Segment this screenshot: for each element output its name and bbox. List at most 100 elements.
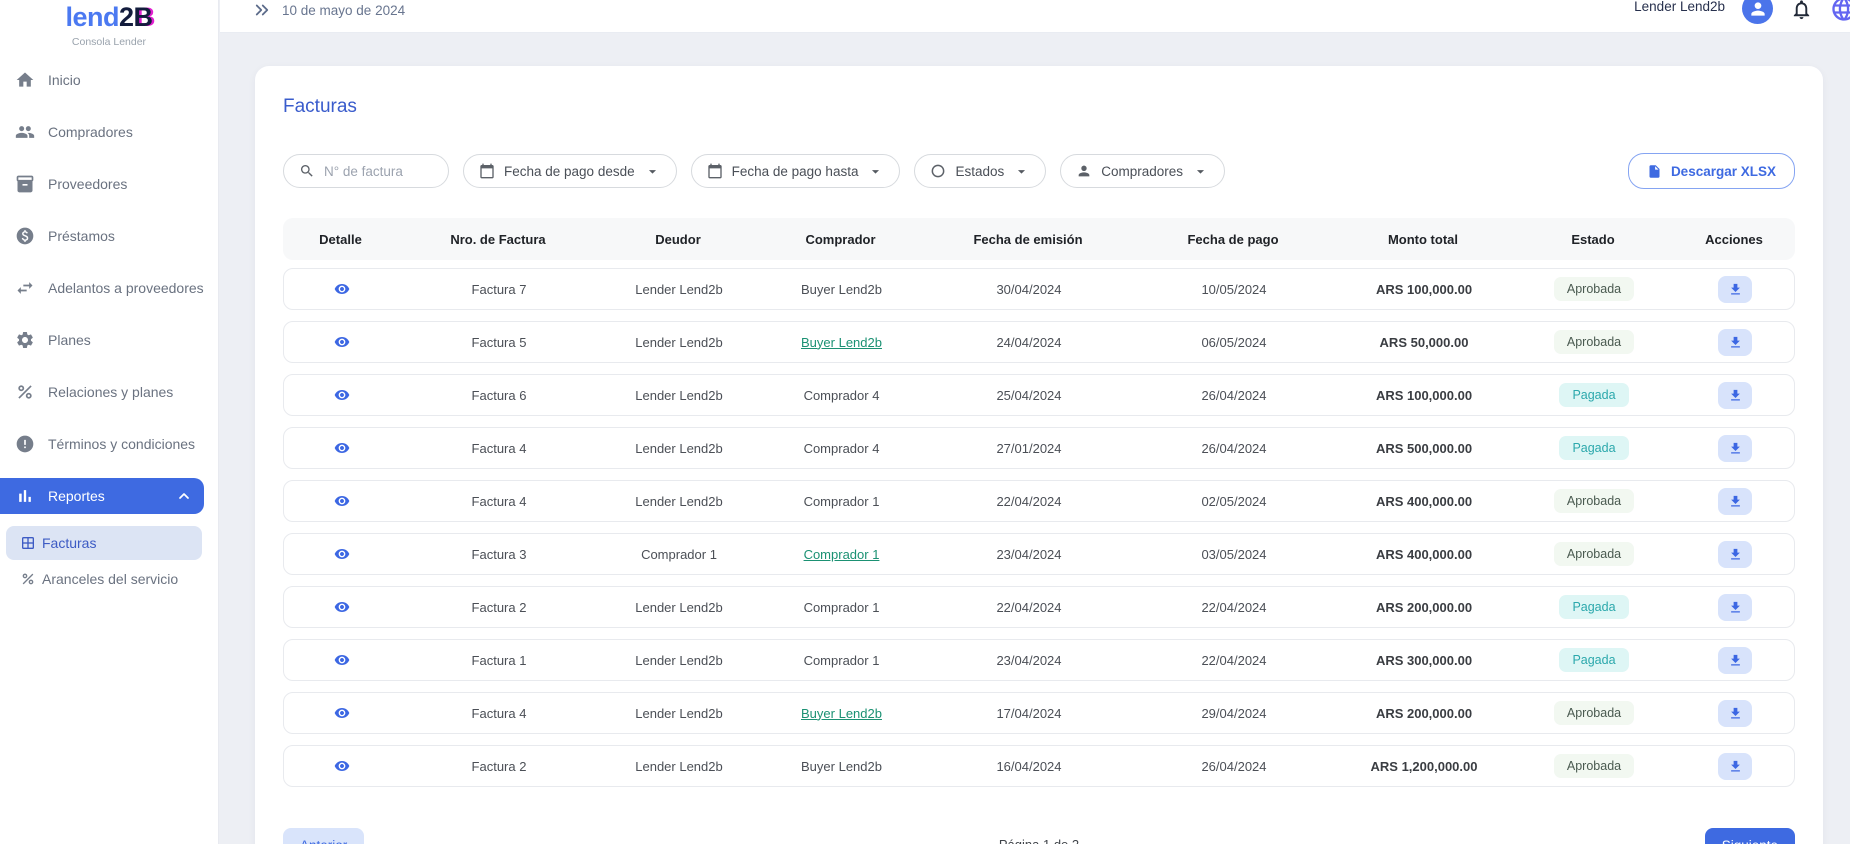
view-detail-button[interactable] [334,493,350,509]
comprador-text: Comprador 4 [804,441,880,456]
brand-logo-text: lend2B [0,2,218,33]
comprador-link[interactable]: Buyer Lend2b [801,706,882,721]
invoice-search[interactable] [283,154,449,188]
filter-compradores[interactable]: Compradores [1060,154,1225,188]
download-invoice-button[interactable] [1718,329,1752,356]
calendar-icon [479,163,495,179]
cell-nro-factura: Factura 4 [399,494,599,509]
col-header-deudor: Deudor [598,232,758,247]
cell-monto-total: ARS 400,000.00 [1334,494,1514,509]
cell-deudor: Lender Lend2b [599,441,759,456]
previous-page-button[interactable]: Anterior [283,828,364,844]
topbar: 10 de mayo de 2024 Lender Lend2b [220,0,1850,33]
view-detail-button[interactable] [334,652,350,668]
download-invoice-button[interactable] [1718,435,1752,462]
cell-deudor: Lender Lend2b [599,653,759,668]
cell-fecha-pago: 22/04/2024 [1134,600,1334,615]
brand-logo[interactable]: lend2B Consola Lender [0,0,218,48]
download-icon [1728,441,1743,456]
sidebar-item-adelantos-a-proveedores[interactable]: Adelantos a proveedores [0,270,218,306]
topbar-right: Lender Lend2b [1634,0,1850,24]
download-invoice-button[interactable] [1718,700,1752,727]
eye-icon [334,387,350,403]
cell-estado: Pagada [1514,648,1674,672]
filter-fecha-de-pago-hasta[interactable]: Fecha de pago hasta [691,154,901,188]
download-invoice-button[interactable] [1718,382,1752,409]
sidebar-item-prestamos[interactable]: Préstamos [0,218,218,254]
download-xlsx-label: Descargar XLSX [1671,164,1776,179]
view-detail-button[interactable] [334,334,350,350]
view-detail-button[interactable] [334,440,350,456]
status-badge: Pagada [1559,436,1628,460]
view-detail-button[interactable] [334,705,350,721]
brand-subtitle: Consola Lender [0,36,218,48]
table-row: Factura 7Lender Lend2bBuyer Lend2b30/04/… [283,268,1795,310]
table-row: Factura 2Lender Lend2bComprador 122/04/2… [283,586,1795,628]
sidebar-item-label: Inicio [48,72,81,88]
status-badge: Aprobada [1554,701,1634,725]
sidebar-item-inicio[interactable]: Inicio [0,62,218,98]
logo-part-lend: lend [65,2,119,32]
percent-icon [20,571,36,587]
user-avatar[interactable] [1742,0,1773,24]
main-card: Facturas Fecha de pago desdeFecha de pag… [255,66,1823,844]
eye-icon [334,334,350,350]
sidebar-item-label: Relaciones y planes [48,384,173,400]
comprador-link[interactable]: Comprador 1 [804,547,880,562]
download-xlsx-button[interactable]: Descargar XLSX [1628,153,1795,189]
sidebar-item-proveedores[interactable]: Proveedores [0,166,218,202]
view-detail-button[interactable] [334,758,350,774]
cell-detalle [284,440,399,456]
eye-icon [334,705,350,721]
cell-monto-total: ARS 500,000.00 [1334,441,1514,456]
status-icon [930,163,946,179]
download-invoice-button[interactable] [1718,647,1752,674]
cell-comprador: Buyer Lend2b [759,335,924,350]
cell-estado: Aprobada [1514,330,1674,354]
view-detail-button[interactable] [334,387,350,403]
download-invoice-button[interactable] [1718,753,1752,780]
sidebar-collapse-icon[interactable] [253,1,271,19]
sidebar-subitem-aranceles-del-servicio[interactable]: Aranceles del servicio [6,562,202,596]
sidebar-item-relaciones-y-planes[interactable]: Relaciones y planes [0,374,218,410]
view-detail-button[interactable] [334,281,350,297]
sidebar-item-planes[interactable]: Planes [0,322,218,358]
cell-estado: Aprobada [1514,542,1674,566]
view-detail-button[interactable] [334,546,350,562]
sidebar-subitem-facturas[interactable]: Facturas [6,526,202,560]
eye-icon [334,281,350,297]
sidebar-item-reportes[interactable]: Reportes [0,478,204,514]
file-icon [1647,164,1662,179]
col-header-nro-de-factura: Nro. de Factura [398,232,598,247]
cell-comprador: Comprador 1 [759,494,924,509]
filter-estados[interactable]: Estados [914,154,1046,188]
comprador-text: Buyer Lend2b [801,759,882,774]
search-input[interactable] [324,164,434,179]
cell-fecha-emision: 22/04/2024 [924,494,1134,509]
comprador-text: Comprador 1 [804,600,880,615]
comprador-text: Comprador 4 [804,388,880,403]
cell-monto-total: ARS 100,000.00 [1334,388,1514,403]
view-detail-button[interactable] [334,599,350,615]
cell-deudor: Lender Lend2b [599,388,759,403]
table-body: Factura 7Lender Lend2bBuyer Lend2b30/04/… [283,268,1795,787]
filter-fecha-de-pago-desde[interactable]: Fecha de pago desde [463,154,677,188]
cell-acciones [1674,647,1796,674]
download-invoice-button[interactable] [1718,488,1752,515]
download-icon [1728,759,1743,774]
download-invoice-button[interactable] [1718,594,1752,621]
comprador-link[interactable]: Buyer Lend2b [801,335,882,350]
cell-fecha-emision: 24/04/2024 [924,335,1134,350]
download-invoice-button[interactable] [1718,541,1752,568]
info-icon [15,434,35,454]
cell-comprador: Buyer Lend2b [759,759,924,774]
notifications-bell-icon[interactable] [1790,0,1813,21]
sidebar-item-terminos-y-condiciones[interactable]: Términos y condiciones [0,426,218,462]
sidebar-nav: Inicio Compradores Proveedores Préstamos Ade… [0,62,218,530]
chart-icon [15,486,35,506]
cell-detalle [284,281,399,297]
language-globe-icon[interactable] [1830,0,1850,23]
sidebar-item-compradores[interactable]: Compradores [0,114,218,150]
download-invoice-button[interactable] [1718,276,1752,303]
next-page-button[interactable]: Siguiente [1705,828,1795,844]
